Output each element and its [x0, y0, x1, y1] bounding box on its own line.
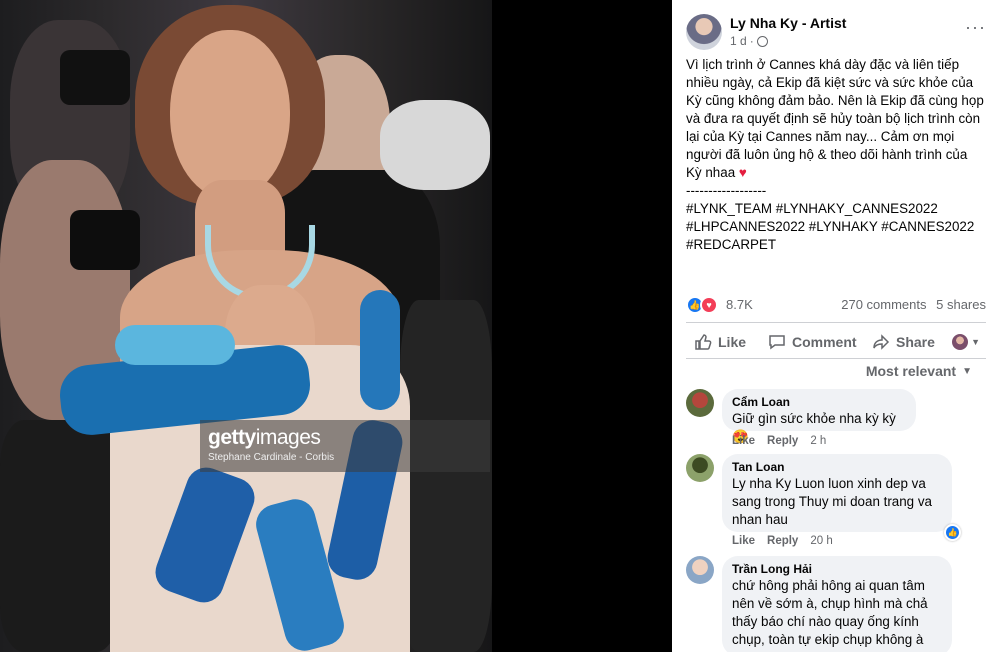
bg-figure — [0, 420, 120, 652]
commenter-name[interactable]: Tan Loan — [732, 460, 942, 474]
gown-strap — [360, 290, 400, 410]
comment-item: Tan Loan Ly nha Ky Luon luon xinh dep va… — [686, 454, 986, 550]
comment-like-reaction-icon[interactable]: 👍 — [944, 524, 961, 541]
comment-time[interactable]: 20 h — [810, 535, 832, 547]
meta-dot: · — [749, 34, 754, 48]
post-meta: 1 d · — [730, 34, 768, 48]
reaction-stats: 👍 ♥ 8.7K 270 comments 5 shares — [686, 294, 986, 316]
comment-item: Cẩm Loan Giữ gìn sức khỏe nha kỳ kỳ 😍 Li… — [686, 389, 986, 449]
watermark-logo: gettyimages — [208, 426, 321, 449]
getty-watermark: gettyimages Stephane Cardinale - Corbis — [200, 420, 490, 472]
commenter-name[interactable]: Trần Long Hải — [732, 562, 942, 576]
post-header: Ly Nha Ky - Artist 1 d · ··· — [686, 12, 986, 52]
comment-button[interactable]: Comment — [768, 333, 857, 351]
viewer-avatar — [952, 334, 969, 350]
action-bar: Like Comment Share ▼ — [686, 328, 986, 356]
bg-camera — [70, 210, 140, 270]
reaction-count[interactable]: 8.7K — [726, 297, 753, 312]
watermark-credit: Stephane Cardinale - Corbis — [208, 452, 335, 463]
commenter-avatar[interactable] — [686, 389, 714, 417]
post-as-selector[interactable]: ▼ — [952, 334, 980, 350]
like-label: Like — [718, 334, 747, 350]
comment-bubble: Cẩm Loan Giữ gìn sức khỏe nha kỳ kỳ 😍 — [722, 389, 916, 444]
subject-face — [170, 30, 290, 200]
chevron-down-icon: ▼ — [971, 337, 980, 347]
comment-bubble: Trần Long Hải chứ hông phải hông ai quan… — [722, 556, 952, 652]
stats-right: 270 comments 5 shares — [841, 297, 986, 312]
comment-sort-dropdown[interactable]: Most relevant ▼ — [866, 363, 972, 379]
post-paragraph: Vì lịch trình ở Cannes khá dày đặc và li… — [686, 57, 984, 180]
comments-count[interactable]: 270 comments — [841, 297, 926, 312]
comment-like-link[interactable]: Like — [732, 435, 755, 447]
divider — [686, 322, 986, 323]
author-name[interactable]: Ly Nha Ky - Artist — [730, 15, 846, 31]
gown-sleeve-sequin — [115, 325, 235, 365]
photo-viewer: gettyimages Stephane Cardinale - Corbis … — [0, 0, 1000, 652]
comment-actions: Like Reply 2 h — [732, 435, 826, 447]
divider — [686, 358, 986, 359]
more-options-button[interactable]: ··· — [965, 18, 986, 36]
comment-time[interactable]: 2 h — [810, 435, 826, 447]
comment-icon — [769, 335, 785, 350]
comment-reply-link[interactable]: Reply — [767, 435, 798, 447]
comment-text: chứ hông phải hông ai quan tâm nên về sớ… — [732, 578, 928, 647]
share-button[interactable]: Share — [872, 333, 935, 351]
post-photo[interactable]: gettyimages Stephane Cardinale - Corbis — [0, 0, 492, 652]
commenter-avatar[interactable] — [686, 454, 714, 482]
love-reaction-icon: ♥ — [700, 296, 718, 314]
sort-label: Most relevant — [865, 363, 957, 379]
reaction-icons[interactable]: 👍 ♥ — [686, 296, 720, 314]
comment-like-link[interactable]: Like — [732, 535, 755, 547]
post-panel: Ly Nha Ky - Artist 1 d · ··· Vì lịch trì… — [672, 0, 1000, 652]
post-time[interactable]: 1 d — [730, 34, 747, 48]
comment-item: Trần Long Hải chứ hông phải hông ai quan… — [686, 556, 986, 652]
chevron-down-icon: ▼ — [962, 365, 972, 377]
post-hashtags[interactable]: #LYNK_TEAM #LYNHAKY_CANNES2022 #LHPCANNE… — [686, 200, 986, 254]
share-icon — [873, 334, 890, 350]
comment-bubble: Tan Loan Ly nha Ky Luon luon xinh dep va… — [722, 454, 952, 532]
bg-camera-lens — [380, 100, 490, 190]
shares-count[interactable]: 5 shares — [936, 297, 986, 312]
bg-camera — [60, 50, 130, 105]
bg-figure — [400, 300, 492, 652]
post-body: Vì lịch trình ở Cannes khá dày đặc và li… — [686, 56, 986, 254]
comment-reply-link[interactable]: Reply — [767, 535, 798, 547]
comment-actions: Like Reply 20 h — [732, 535, 833, 547]
commenter-avatar[interactable] — [686, 556, 714, 584]
share-label: Share — [896, 334, 935, 350]
comment-label: Comment — [792, 334, 857, 350]
like-button[interactable]: Like — [694, 333, 746, 351]
commenter-name[interactable]: Cẩm Loan — [732, 395, 906, 409]
author-avatar[interactable] — [686, 14, 722, 50]
heart-icon: ♥ — [738, 165, 747, 180]
globe-icon — [756, 35, 768, 47]
thumb-up-icon — [695, 334, 712, 350]
comment-text: Ly nha Ky Luon luon xinh dep va sang tro… — [732, 476, 932, 527]
post-separator: ------------------ — [686, 183, 767, 198]
